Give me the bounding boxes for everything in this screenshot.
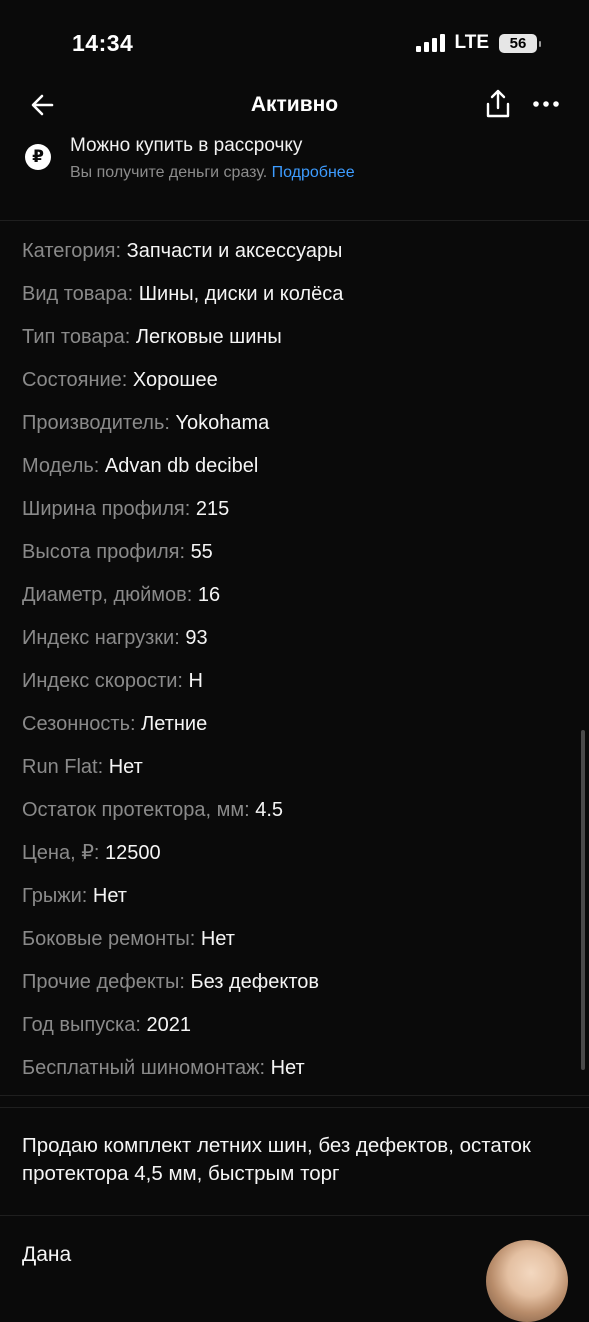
param-value: 4.5 [255, 799, 284, 821]
param-row: Прочие дефекты: Без дефектов [22, 961, 562, 1004]
ruble-icon: ₽ [25, 144, 51, 170]
param-row: Модель: Advan db decibel [22, 445, 562, 488]
param-row: Индекс скорости: H [22, 660, 562, 703]
param-row: Производитель: Yokohama [22, 402, 562, 445]
param-label: Индекс нагрузки: [22, 627, 180, 649]
param-label: Остаток протектора, мм: [22, 799, 250, 821]
battery-icon: 56 [499, 33, 541, 53]
item-params-list: Категория: Запчасти и аксессуары Вид това… [22, 230, 562, 1090]
param-row: Диаметр, дюймов: 16 [22, 574, 562, 617]
param-label: Цена, ₽: [22, 842, 100, 864]
divider [0, 1107, 589, 1108]
param-value: Летние [141, 713, 208, 735]
status-bar: 14:34 LTE 56 [0, 0, 589, 80]
item-description: Продаю комплект летних шин, без дефектов… [22, 1134, 531, 1185]
param-label: Диаметр, дюймов: [22, 584, 193, 606]
param-value: Нет [270, 1057, 305, 1079]
network-type: LTE [454, 32, 489, 53]
param-label: Run Flat: [22, 756, 104, 778]
param-row: Run Flat: Нет [22, 746, 562, 789]
param-label: Год выпуска: [22, 1014, 141, 1036]
param-value: Запчасти и аксессуары [126, 240, 343, 262]
param-value: Нет [200, 928, 235, 950]
param-row: Высота профиля: 55 [22, 531, 562, 574]
param-value: Без дефектов [190, 971, 320, 993]
installment-details-link[interactable]: Подробнее [272, 164, 355, 181]
param-value: 55 [190, 541, 213, 563]
param-value: Нет [92, 885, 127, 907]
param-label: Высота профиля: [22, 541, 185, 563]
param-label: Боковые ремонты: [22, 928, 196, 950]
param-label: Состояние: [22, 369, 128, 391]
status-indicators: LTE 56 [415, 32, 541, 54]
param-value: 93 [185, 627, 208, 649]
divider [0, 220, 589, 221]
status-time: 14:34 [72, 30, 134, 56]
share-icon[interactable] [484, 88, 512, 120]
param-value: 16 [197, 584, 221, 606]
param-label: Модель: [22, 455, 100, 477]
param-row: Вид товара: Шины, диски и колёса [22, 273, 562, 316]
param-value: Advan db decibel [104, 455, 259, 477]
seller-name[interactable]: Дана [22, 1243, 71, 1267]
param-label: Сезонность: [22, 713, 136, 735]
param-value: Шины, диски и колёса [138, 283, 344, 305]
param-row: Год выпуска: 2021 [22, 1004, 562, 1047]
param-value: 2021 [146, 1014, 191, 1036]
param-value: Yokohama [175, 412, 270, 434]
param-value: Нет [108, 756, 143, 778]
param-value: Хорошее [132, 369, 218, 391]
installment-title: Можно купить в рассрочку [70, 135, 303, 156]
installment-subtitle-text: Вы получите деньги сразу. [70, 164, 268, 181]
param-row: Тип товара: Легковые шины [22, 316, 562, 359]
param-value: H [188, 670, 203, 692]
divider [0, 1095, 589, 1096]
param-label: Бесплатный шиномонтаж: [22, 1057, 266, 1079]
param-row: Состояние: Хорошее [22, 359, 562, 402]
divider [0, 1215, 589, 1216]
param-value: Легковые шины [135, 326, 282, 348]
nav-bar: Активно [0, 80, 589, 132]
param-label: Грыжи: [22, 885, 88, 907]
param-label: Производитель: [22, 412, 170, 434]
param-value: 12500 [105, 842, 161, 864]
param-row: Боковые ремонты: Нет [22, 918, 562, 961]
param-row: Индекс нагрузки: 93 [22, 617, 562, 660]
param-row: Бесплатный шиномонтаж: Нет [22, 1047, 562, 1090]
more-horizontal-icon[interactable] [532, 94, 560, 114]
signal-icon [415, 34, 445, 52]
param-label: Тип товара: [22, 326, 131, 348]
param-label: Прочие дефекты: [22, 971, 185, 993]
installment-banner: ₽ Можно купить в рассрочку Вы получите д… [0, 132, 589, 220]
param-label: Категория: [22, 240, 122, 262]
param-label: Вид товара: [22, 283, 134, 305]
param-row: Грыжи: Нет [22, 875, 562, 918]
param-value: 215 [195, 498, 230, 520]
param-label: Ширина профиля: [22, 498, 191, 520]
installment-subtitle: Вы получите деньги сразу. Подробнее [70, 164, 355, 182]
param-row: Сезонность: Летние [22, 703, 562, 746]
param-label: Индекс скорости: [22, 670, 183, 692]
param-row: Остаток протектора, мм: 4.5 [22, 789, 562, 832]
param-row: Цена, ₽: 12500 [22, 832, 562, 875]
param-row: Категория: Запчасти и аксессуары [22, 230, 562, 273]
avatar[interactable] [486, 1240, 568, 1322]
param-row: Ширина профиля: 215 [22, 488, 562, 531]
scrollbar[interactable] [581, 730, 585, 1070]
